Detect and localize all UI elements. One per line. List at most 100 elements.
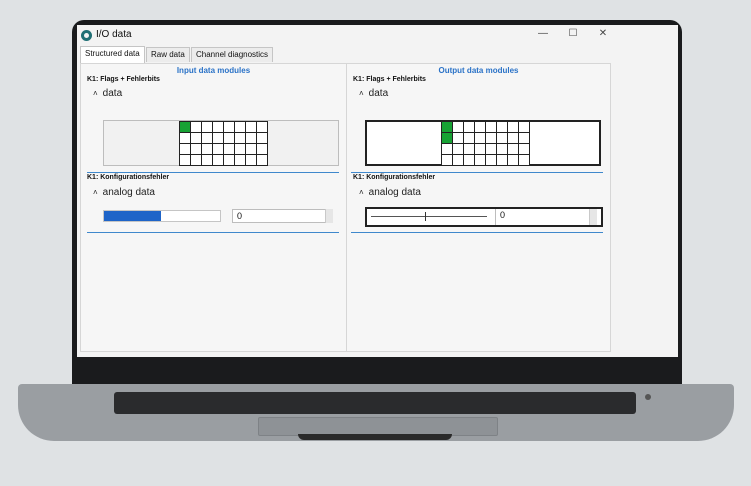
bit-cell bbox=[191, 122, 201, 132]
output-data-panel: Output data modules K1: Flags + Fehlerbi… bbox=[347, 64, 610, 351]
bit-cell[interactable] bbox=[464, 122, 474, 132]
bit-cell[interactable] bbox=[442, 155, 452, 165]
section-divider bbox=[87, 232, 339, 233]
bit-cell bbox=[257, 144, 267, 154]
bit-cell[interactable] bbox=[475, 144, 485, 154]
field-end-cap bbox=[325, 209, 333, 223]
section-divider bbox=[351, 172, 603, 173]
bit-cell[interactable] bbox=[497, 144, 507, 154]
bit-cell[interactable] bbox=[442, 144, 452, 154]
output-group-analog[interactable]: ˄ analog data bbox=[359, 187, 421, 198]
bit-cell[interactable] bbox=[486, 122, 496, 132]
bit-cell bbox=[235, 144, 245, 154]
analog-value-field: 0 bbox=[232, 209, 326, 223]
bit-cell bbox=[180, 155, 190, 165]
bit-cell[interactable] bbox=[486, 133, 496, 143]
bit-cell[interactable] bbox=[442, 122, 452, 132]
output-section-config: K1: Konfigurationsfehler bbox=[353, 174, 436, 181]
bit-cell[interactable] bbox=[519, 133, 529, 143]
slider-thumb[interactable] bbox=[425, 212, 426, 221]
input-group-analog[interactable]: ˄ analog data bbox=[93, 187, 155, 198]
tab-structured-data[interactable]: Structured data bbox=[80, 46, 145, 63]
group-label: data bbox=[368, 88, 389, 99]
bit-cell bbox=[180, 144, 190, 154]
bit-cell bbox=[235, 133, 245, 143]
bit-cell bbox=[224, 122, 234, 132]
bit-cell[interactable] bbox=[508, 133, 518, 143]
input-bit-grid-box bbox=[103, 120, 339, 166]
bit-cell[interactable] bbox=[475, 155, 485, 165]
bit-cell[interactable] bbox=[486, 155, 496, 165]
minimize-button[interactable]: — bbox=[536, 28, 550, 39]
bit-cell[interactable] bbox=[453, 122, 463, 132]
bit-cell bbox=[246, 155, 256, 165]
bit-cell bbox=[180, 122, 190, 132]
bit-cell bbox=[257, 122, 267, 132]
input-bit-grid bbox=[179, 121, 268, 166]
section-divider bbox=[87, 172, 339, 173]
bit-cell[interactable] bbox=[508, 155, 518, 165]
bit-cell bbox=[224, 133, 234, 143]
bit-cell bbox=[202, 133, 212, 143]
group-label: data bbox=[102, 88, 123, 99]
bit-cell bbox=[257, 155, 267, 165]
bit-cell[interactable] bbox=[508, 122, 518, 132]
bit-cell[interactable] bbox=[519, 155, 529, 165]
field-end-cap bbox=[589, 209, 597, 225]
bit-cell[interactable] bbox=[464, 133, 474, 143]
collapse-caret-icon: ˄ bbox=[359, 188, 364, 197]
bit-cell bbox=[202, 144, 212, 154]
slider-track[interactable] bbox=[371, 216, 487, 217]
input-group-data[interactable]: ˄ data bbox=[93, 88, 122, 99]
bit-cell[interactable] bbox=[442, 133, 452, 143]
keyboard bbox=[114, 392, 636, 414]
output-section-flags: K1: Flags + Fehlerbits bbox=[353, 76, 426, 83]
bit-cell[interactable] bbox=[497, 133, 507, 143]
bit-cell[interactable] bbox=[497, 155, 507, 165]
bit-cell[interactable] bbox=[453, 133, 463, 143]
bit-cell[interactable] bbox=[475, 133, 485, 143]
app-icon bbox=[81, 30, 92, 41]
slider-value-field[interactable]: 0 bbox=[495, 209, 589, 225]
bit-cell bbox=[202, 155, 212, 165]
group-label: analog data bbox=[102, 187, 155, 198]
close-button[interactable]: ✕ bbox=[596, 28, 610, 39]
bit-cell bbox=[213, 122, 223, 132]
collapse-caret-icon: ˄ bbox=[93, 188, 98, 197]
bit-cell bbox=[224, 155, 234, 165]
window-title: I/O data bbox=[96, 29, 132, 40]
input-panel-header: Input data modules bbox=[176, 66, 251, 75]
bit-cell[interactable] bbox=[508, 144, 518, 154]
input-section-config: K1: Konfigurationsfehler bbox=[87, 174, 170, 181]
bit-cell[interactable] bbox=[464, 144, 474, 154]
bit-cell bbox=[246, 133, 256, 143]
bit-cell[interactable] bbox=[475, 122, 485, 132]
bit-cell[interactable] bbox=[519, 122, 529, 132]
bit-cell[interactable] bbox=[497, 122, 507, 132]
output-group-data[interactable]: ˄ data bbox=[359, 88, 388, 99]
bit-cell[interactable] bbox=[464, 155, 474, 165]
bit-cell[interactable] bbox=[486, 144, 496, 154]
bit-cell bbox=[224, 144, 234, 154]
bit-cell bbox=[235, 155, 245, 165]
progress-fill bbox=[104, 211, 161, 221]
power-button bbox=[645, 394, 651, 400]
bit-cell bbox=[191, 155, 201, 165]
app-window: I/O data — ☐ ✕ Structured data Raw data … bbox=[77, 25, 678, 357]
output-bit-grid bbox=[441, 121, 530, 166]
bit-cell bbox=[213, 133, 223, 143]
bit-cell bbox=[246, 122, 256, 132]
group-label: analog data bbox=[368, 187, 421, 198]
tab-raw-data[interactable]: Raw data bbox=[146, 47, 190, 62]
output-bit-grid-box bbox=[365, 120, 601, 166]
bit-cell[interactable] bbox=[519, 144, 529, 154]
bit-cell bbox=[191, 133, 201, 143]
output-panel-header: Output data modules bbox=[438, 66, 519, 75]
maximize-button[interactable]: ☐ bbox=[566, 28, 580, 39]
tab-channel-diagnostics[interactable]: Channel diagnostics bbox=[191, 47, 274, 62]
section-divider bbox=[351, 232, 603, 233]
bit-cell[interactable] bbox=[453, 144, 463, 154]
bit-cell[interactable] bbox=[453, 155, 463, 165]
bit-cell bbox=[213, 144, 223, 154]
collapse-caret-icon: ˄ bbox=[359, 89, 364, 98]
